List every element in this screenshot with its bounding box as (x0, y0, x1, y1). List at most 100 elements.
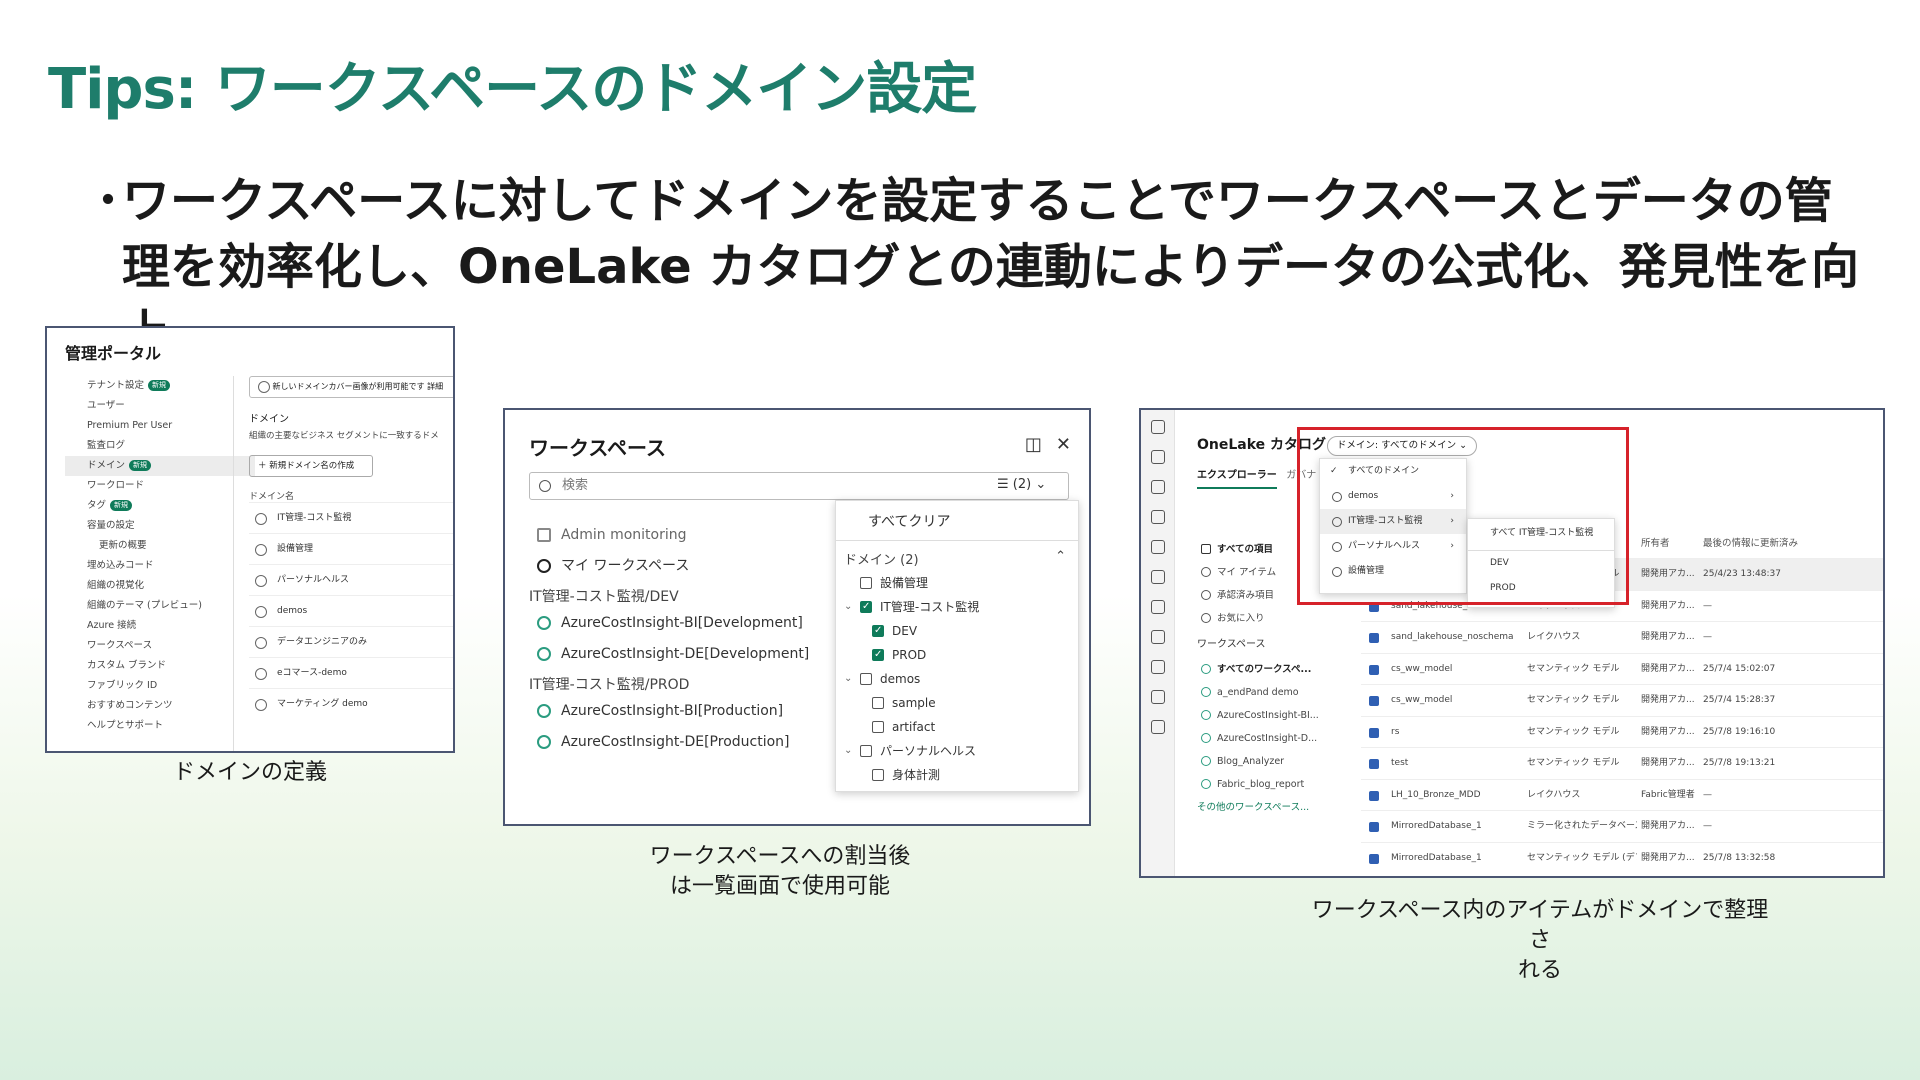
table-row[interactable]: test セマンティック モデル 開発用アカ... 25/7/8 19:13:21 (1361, 747, 1883, 779)
list-item-label: AzureCostInsight-DE[Development] (561, 646, 810, 662)
nav-item-workspace[interactable]: Blog_Analyzer (1197, 750, 1347, 773)
table-row[interactable]: パーソナルヘルス (249, 564, 453, 595)
nav-item[interactable]: 組織のテーマ (プレビュー) (65, 596, 255, 616)
list-item[interactable]: DEV (836, 619, 1078, 643)
list-item[interactable]: マイ ワークスペース (529, 551, 829, 582)
checkbox[interactable] (860, 745, 872, 757)
list-item[interactable]: Admin monitoring (529, 520, 829, 551)
checkbox[interactable] (860, 577, 872, 589)
list-item[interactable]: AzureCostInsight-DE[Production] (529, 727, 829, 758)
close-icon[interactable]: ✕ (1056, 434, 1071, 455)
list-item[interactable]: AzureCostInsight-BI[Production] (529, 696, 829, 727)
list-item[interactable]: AzureCostInsight-DE[Development] (529, 639, 829, 670)
nav-item[interactable]: テナント設定 新規 (65, 376, 255, 396)
table-row[interactable]: demos (249, 595, 453, 626)
list-item[interactable]: AzureCostInsight-BI[Development] (529, 608, 829, 639)
metrics-icon[interactable] (1150, 600, 1165, 614)
checkbox[interactable] (872, 643, 884, 667)
table-row[interactable]: マーケティング demo (249, 688, 453, 719)
list-item[interactable]: 設備管理 (836, 571, 1078, 595)
table-row[interactable]: MirroredDatabase_1 セマンティック モデル (デフ... 開発用ア… (1361, 841, 1883, 874)
nav-item[interactable]: 組織の視覚化 (65, 576, 255, 596)
list-item[interactable]: ⌄ IT管理-コスト監視 (836, 595, 1078, 619)
checkbox[interactable] (872, 697, 884, 709)
copilot-icon[interactable] (1150, 450, 1165, 464)
clear-all-button[interactable]: すべてクリア (836, 501, 1078, 541)
tab-explorer[interactable]: エクスプローラー (1197, 470, 1277, 489)
filter-button[interactable]: ☰ (2) ⌄ (997, 477, 1046, 492)
nav-item-workspace[interactable]: AzureCostInsight-BI... (1197, 704, 1347, 727)
create-icon[interactable] (1150, 480, 1165, 494)
table-row[interactable]: MirroredDatabase_1 ミラー化されたデータベース 開発用アカ... — (1361, 810, 1883, 842)
nav-item[interactable]: 監査ログ (65, 436, 255, 456)
nav-item[interactable]: ワークロード (65, 476, 255, 496)
table-row[interactable]: cs_ww_model セマンティック モデル 開発用アカ... 25/7/4 15:… (1361, 652, 1883, 685)
nav-item-workspace[interactable]: すべてのワークスペ... (1197, 658, 1347, 681)
onelake-icon[interactable] (1150, 540, 1165, 554)
nav-item[interactable]: カスタム ブランド (65, 656, 255, 676)
checkbox[interactable] (872, 619, 884, 643)
nav-item-workspace[interactable]: AzureCostInsight-D... (1197, 727, 1347, 750)
nav-item[interactable]: ワークスペース (65, 636, 255, 656)
nav-item[interactable]: ファブリック ID (65, 676, 255, 696)
table-row[interactable]: LH_10_Bronze_MDD レイクハウス Fabric管理者 — (1361, 778, 1883, 811)
nav-item[interactable]: Azure 接続 (65, 616, 255, 636)
dropdown-heading[interactable]: ドメイン (2) ⌃ (836, 541, 1078, 571)
panel-icon[interactable]: ◫ (1025, 434, 1042, 455)
column-updated[interactable]: 最後の情報に更新済み (1703, 530, 1798, 558)
item-icon (1369, 633, 1379, 643)
nav-item-workspace[interactable]: Fabric_blog_report (1197, 773, 1347, 796)
chevron-down-icon[interactable]: ⌄ (844, 595, 852, 619)
list-item[interactable]: sample (836, 691, 1078, 715)
list-item[interactable]: ⌄ パーソナルヘルス (836, 739, 1078, 763)
domain-name: IT管理-コスト監視 (277, 513, 352, 523)
home-icon[interactable] (1150, 420, 1165, 434)
nav-item[interactable]: ユーザー (65, 396, 255, 416)
list-item[interactable]: ⌄ demos (836, 667, 1078, 691)
nav-item[interactable]: タグ 新規 (65, 496, 255, 516)
table-row[interactable]: 設備管理 (249, 533, 453, 564)
table-row[interactable]: cs_ww_model セマンティック モデル 開発用アカ... 25/7/4 15:… (1361, 684, 1883, 716)
nav-item-label: ユーザー (87, 400, 125, 411)
highlight-box (1297, 427, 1629, 605)
learn-icon[interactable] (1150, 660, 1165, 674)
nav-item-label: Premium Per User (87, 420, 173, 431)
chevron-down-icon[interactable]: ⌄ (844, 739, 852, 763)
chevron-up-icon: ⌃ (1055, 549, 1066, 564)
nav-item[interactable]: 更新の概要 (65, 536, 255, 556)
checkbox[interactable] (860, 595, 872, 619)
column-owner[interactable]: 所有者 (1641, 530, 1670, 558)
nav-item[interactable]: Premium Per User (65, 416, 255, 436)
nav-item[interactable]: ドメイン 新規 (65, 456, 255, 476)
alert-icon[interactable] (1150, 690, 1165, 704)
nav-item-workspace[interactable]: a_endPand demo (1197, 681, 1347, 704)
monitor-icon[interactable] (1150, 630, 1165, 644)
list-item[interactable]: PROD (836, 643, 1078, 667)
browse-icon[interactable] (1150, 510, 1165, 524)
list-item[interactable]: artifact (836, 715, 1078, 739)
workload-icon[interactable] (1150, 720, 1165, 734)
more-workspaces-link[interactable]: その他のワークスペース... (1197, 796, 1347, 819)
checkbox[interactable] (872, 721, 884, 733)
checkbox[interactable] (872, 769, 884, 781)
table-row[interactable]: データエンジニアのみ (249, 626, 453, 657)
list-item[interactable]: 身体計測 (836, 763, 1078, 787)
nav-item[interactable]: 埋め込みコード (65, 556, 255, 576)
table-row[interactable]: IT管理-コスト監視 (249, 502, 453, 533)
workspace-icon (1201, 664, 1211, 674)
star-icon (1201, 613, 1211, 623)
table-row[interactable]: sand_lakehouse_noschema レイクハウス 開発用アカ... — (1361, 621, 1883, 653)
nav-item[interactable]: 容量の設定 (65, 516, 255, 536)
cell-date: 25/7/8 19:13:21 (1703, 758, 1776, 768)
table-row[interactable]: rs セマンティック モデル 開発用アカ... 25/7/8 19:16:10 (1361, 715, 1883, 748)
checkbox[interactable] (860, 673, 872, 685)
nav-item-favorites[interactable]: お気に入り (1197, 607, 1347, 630)
new-domain-button[interactable]: ＋ 新規ドメイン名の作成 (249, 455, 373, 477)
apps-icon[interactable] (1150, 570, 1165, 584)
nav-item[interactable]: おすすめコンテンツ (65, 696, 255, 716)
search-input[interactable]: 検索 (529, 472, 1069, 500)
chevron-down-icon[interactable]: ⌄ (844, 667, 852, 691)
table-row[interactable]: eコマース-demo (249, 657, 453, 688)
nav-item-label: AzureCostInsight-BI... (1217, 710, 1319, 721)
nav-item[interactable]: ヘルプとサポート (65, 716, 255, 736)
